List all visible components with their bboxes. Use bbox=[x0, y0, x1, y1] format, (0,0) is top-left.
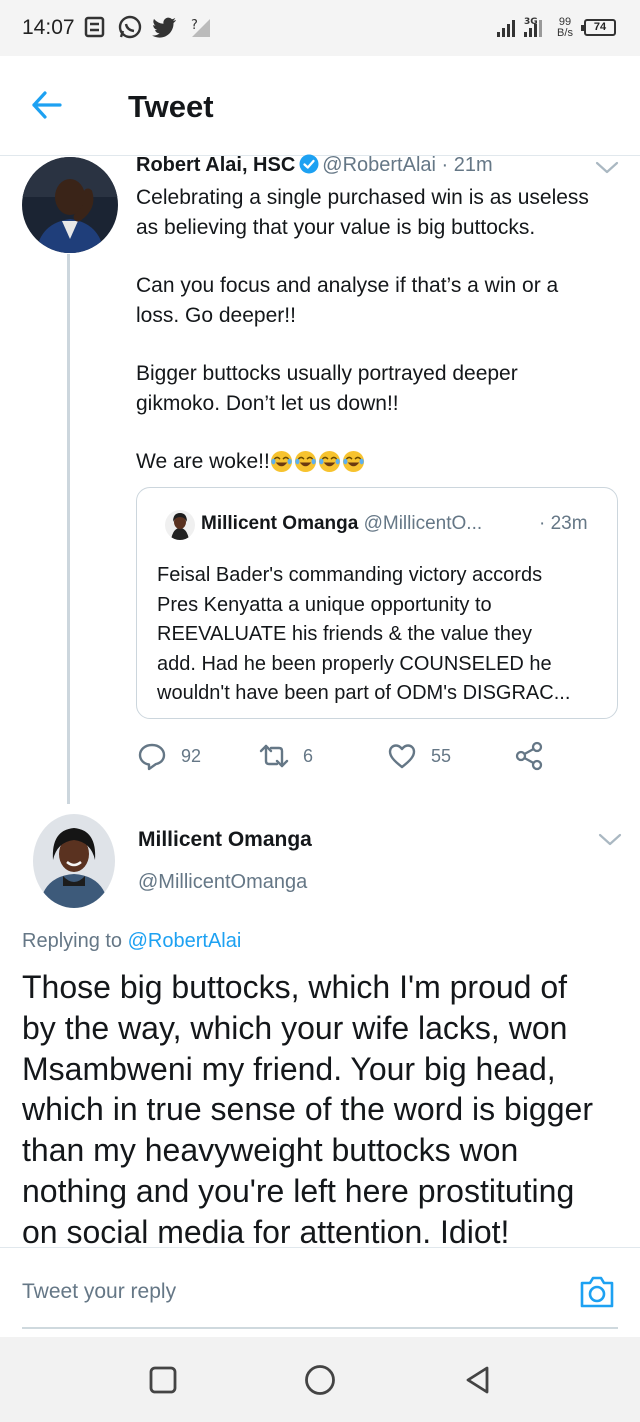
whatsapp-icon bbox=[118, 15, 142, 39]
replying-prefix: Replying to bbox=[22, 930, 123, 952]
quoted-line: Feisal Bader's commanding victory accord… bbox=[157, 564, 543, 586]
avatar[interactable] bbox=[33, 814, 115, 908]
back-triangle-icon[interactable] bbox=[461, 1363, 495, 1397]
reply-bar: Tweet your reply bbox=[0, 1247, 640, 1337]
avatar-millicent-omanga bbox=[33, 814, 115, 908]
retweet-count: 6 bbox=[303, 745, 314, 766]
quoted-tweet-time: · 23m bbox=[539, 513, 588, 534]
tweet-text: Celebrating a single purchased win is as… bbox=[136, 183, 626, 482]
quoted-tweet-header: Millicent Omanga @MillicentO... bbox=[201, 513, 482, 535]
reply-line: which in true sense of the word is bigge… bbox=[22, 1091, 593, 1128]
replying-to-link[interactable]: @RobertAlai bbox=[128, 930, 242, 952]
tweet-paragraph: Celebrating a single purchased win is as… bbox=[136, 183, 626, 242]
avatar-robert-alai bbox=[22, 157, 118, 253]
reply-icon bbox=[138, 743, 166, 771]
tweet-line: gikmoko. Don’t let us down!! bbox=[136, 391, 399, 415]
face-with-tears-of-joy-icon bbox=[342, 450, 364, 473]
author-handle[interactable]: @MillicentOmanga bbox=[138, 871, 307, 894]
tweet-menu-chevron-icon[interactable] bbox=[594, 160, 620, 176]
author-name[interactable]: Robert Alai, HSC bbox=[136, 154, 295, 176]
quoted-line: wouldn't have been part of ODM's DISGRAC… bbox=[157, 682, 571, 704]
quoted-line: REEVALUATE his friends & the value they bbox=[157, 623, 532, 645]
status-time: 14:07 bbox=[22, 16, 75, 39]
recents-square-icon[interactable] bbox=[146, 1363, 180, 1397]
home-circle-icon[interactable] bbox=[303, 1363, 337, 1397]
tweet-line: We are woke!! bbox=[136, 450, 270, 473]
share-icon bbox=[515, 741, 543, 771]
face-with-tears-of-joy-icon bbox=[318, 450, 340, 473]
quoted-author-name: Millicent Omanga bbox=[201, 513, 359, 534]
net-speed-unit: B/s bbox=[557, 27, 573, 39]
svg-text:?: ? bbox=[191, 18, 198, 33]
thread-line bbox=[67, 254, 70, 804]
status-bar: 14:07 ? 3G 99 B/s 74 bbox=[0, 0, 640, 56]
reply-line: nothing and you're left here prostitutin… bbox=[22, 1172, 575, 1209]
share-button[interactable] bbox=[514, 740, 544, 772]
camera-button[interactable] bbox=[578, 1273, 616, 1311]
heart-icon bbox=[388, 744, 416, 769]
back-button[interactable] bbox=[30, 88, 64, 122]
tweet-line: loss. Go deeper!! bbox=[136, 303, 296, 327]
quoted-line: add. Had he been properly COUNSELED he bbox=[157, 652, 552, 675]
reply-count: 92 bbox=[181, 745, 202, 766]
tweet-time: 21m bbox=[453, 154, 493, 176]
tweet-paragraph: Can you focus and analyse if that’s a wi… bbox=[136, 271, 626, 330]
face-with-tears-of-joy-icon bbox=[294, 450, 316, 473]
avatar[interactable] bbox=[22, 157, 118, 253]
emoji-row bbox=[270, 450, 366, 482]
avatar bbox=[165, 510, 195, 540]
system-nav-bar bbox=[0, 1337, 640, 1422]
verified-badge-icon bbox=[299, 154, 319, 174]
app-header: Tweet bbox=[0, 56, 640, 156]
tweet-line: Can you focus and analyse if that’s a wi… bbox=[136, 274, 559, 297]
face-with-tears-of-joy-icon bbox=[270, 450, 292, 473]
tweet-paragraph: Bigger buttocks usually portrayed deeper… bbox=[136, 359, 626, 418]
tweet-line: Celebrating a single purchased win is as… bbox=[136, 186, 589, 209]
reply-line: Msambweni my friend. Your big head, bbox=[22, 1050, 556, 1087]
signal-3g-icon: 3G bbox=[524, 17, 542, 37]
tweet-line: as believing that your value is big butt… bbox=[136, 215, 536, 239]
signal-icon bbox=[497, 20, 515, 37]
like-count: 55 bbox=[431, 745, 452, 766]
quoted-tweet-card[interactable]: Millicent Omanga @MillicentO... · 23m Fe… bbox=[136, 487, 618, 719]
tweet-header: Robert Alai, HSC @RobertAlai · 21m bbox=[136, 154, 493, 177]
like-button[interactable]: 55 bbox=[387, 740, 451, 772]
net-speed: 99 B/s bbox=[552, 17, 578, 39]
tweet-paragraph: We are woke!! bbox=[136, 447, 626, 482]
avatar-millicent-omanga-small bbox=[165, 510, 195, 540]
retweet-icon bbox=[259, 744, 289, 768]
separator-dot: · bbox=[441, 154, 449, 176]
arrow-left-icon bbox=[32, 91, 62, 119]
tweet-menu-chevron-icon[interactable] bbox=[597, 832, 623, 848]
quoted-line: Pres Kenyatta a unique opportunity to bbox=[157, 593, 492, 616]
reply-divider bbox=[22, 1327, 618, 1329]
twitter-icon bbox=[152, 17, 176, 38]
quoted-author-handle: @MillicentO... bbox=[363, 513, 483, 534]
reply-line: Those big buttocks, which I'm proud of bbox=[22, 969, 568, 1005]
reply-line: than my heavyweight buttocks won bbox=[22, 1132, 519, 1169]
quoted-tweet-text: Feisal Bader's commanding victory accord… bbox=[157, 561, 607, 709]
wifi-unknown-icon: ? bbox=[191, 18, 210, 37]
reply-line: by the way, which your wife lacks, won bbox=[22, 1009, 568, 1046]
reply-button[interactable]: 92 bbox=[137, 740, 201, 772]
camera-icon bbox=[580, 1276, 614, 1308]
author-handle[interactable]: @RobertAlai bbox=[322, 154, 436, 176]
tweet-line: Bigger buttocks usually portrayed deeper bbox=[136, 362, 518, 385]
battery-indicator: 74 bbox=[581, 19, 616, 36]
author-name[interactable]: Millicent Omanga bbox=[138, 828, 312, 852]
retweet-button[interactable]: 6 bbox=[259, 740, 313, 772]
replying-to: Replying to @RobertAlai bbox=[22, 930, 241, 953]
page-title: Tweet bbox=[128, 89, 214, 124]
notification-icon bbox=[84, 16, 105, 38]
reply-tweet-text: Those big buttocks, which I'm proud of b… bbox=[22, 967, 622, 1253]
reply-input[interactable]: Tweet your reply bbox=[22, 1280, 176, 1304]
